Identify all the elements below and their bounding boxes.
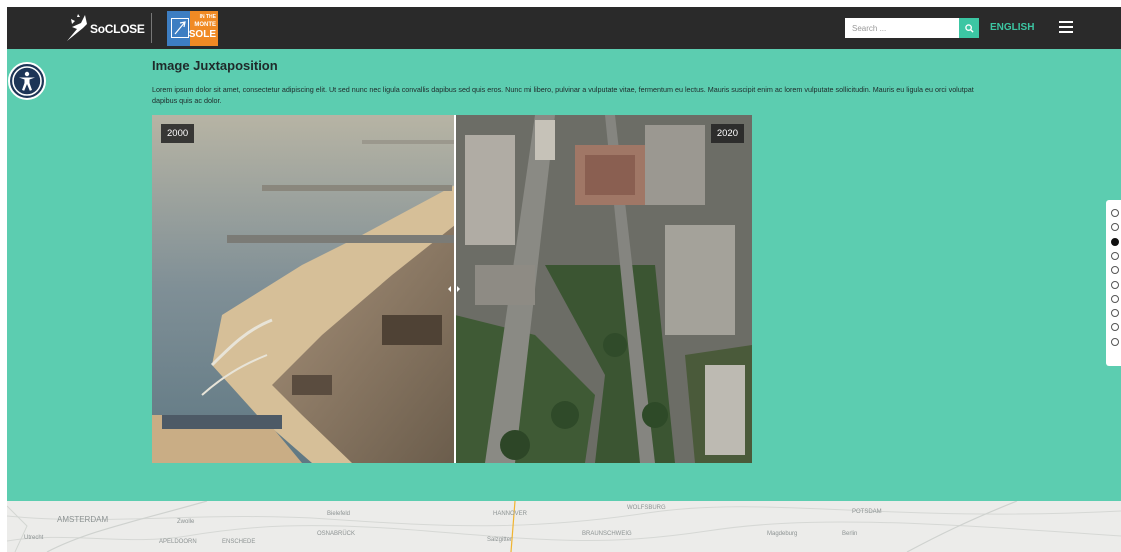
- chevron-left-right-icon: [448, 286, 460, 292]
- nav-dot[interactable]: [1111, 251, 1119, 260]
- nav-dot[interactable]: [1111, 223, 1119, 232]
- page-description: Lorem ipsum dolor sit amet, consectetur …: [152, 85, 974, 105]
- image-juxtaposition[interactable]: 2000 2020: [152, 115, 752, 463]
- nav-dot[interactable]: [1111, 280, 1119, 289]
- partner-logo-line: IN THE: [199, 14, 216, 20]
- map-place-label: POTSDAM: [852, 509, 882, 515]
- plane-icon: [171, 18, 189, 38]
- before-label: 2000: [161, 124, 195, 143]
- map-place-label: Bielefeld: [327, 511, 351, 517]
- logo-text: SoCLOSE: [90, 22, 145, 36]
- after-image: [455, 115, 752, 463]
- map-place-label: Salzgitter: [487, 537, 513, 543]
- after-label: 2020: [710, 124, 744, 143]
- map-place-label: OSNABRÜCK: [317, 531, 356, 537]
- nav-dot[interactable]: [1111, 337, 1119, 346]
- language-selector[interactable]: ENGLISH: [990, 22, 1034, 33]
- nav-dot[interactable]: [1111, 209, 1119, 217]
- menu-button[interactable]: [1059, 21, 1073, 33]
- main-section: Image Juxtaposition Lorem ipsum dolor si…: [7, 49, 1121, 501]
- nav-dot[interactable]: [1111, 323, 1119, 332]
- section-dot-navigation: [1106, 200, 1121, 366]
- accessibility-icon: [12, 66, 42, 96]
- map-place-label: Zwolle: [177, 519, 195, 525]
- search-button[interactable]: [959, 18, 979, 38]
- map-place-label: AMSTERDAM: [57, 515, 109, 524]
- search-input[interactable]: [845, 18, 959, 38]
- partner-logo-line: SOLE: [188, 29, 216, 40]
- nav-dot[interactable]: [1111, 266, 1119, 275]
- search-icon: [964, 23, 974, 33]
- map-place-label: BRAUNSCHWEIG: [582, 531, 632, 537]
- nav-dot[interactable]: [1111, 237, 1119, 246]
- slider-handle[interactable]: [444, 278, 464, 300]
- map-place-label: Berlin: [842, 531, 858, 537]
- map-place-label: Magdeburg: [767, 531, 798, 537]
- hamburger-menu-icon: [1059, 31, 1073, 33]
- map-place-label: Utrecht: [24, 535, 44, 541]
- nav-dot[interactable]: [1111, 294, 1119, 303]
- soclose-logo[interactable]: SoCLOSE: [63, 11, 145, 45]
- map-place-label: WOLFSBURG: [627, 505, 666, 511]
- map-place-label: APELDOORN: [159, 539, 197, 545]
- before-image: [152, 115, 455, 463]
- hamburger-menu-icon: [1059, 26, 1073, 28]
- header-divider: [151, 13, 152, 43]
- hamburger-menu-icon: [1059, 21, 1073, 23]
- partner-logo-badge: IN THE MONTE SOLE: [188, 11, 218, 46]
- site-header: SoCLOSE IN THE MONTE SOLE ENGLISH: [7, 7, 1121, 49]
- page-title: Image Juxtaposition: [152, 58, 278, 73]
- map-place-label: ENSCHEDE: [222, 539, 256, 545]
- partner-logo-line: MONTE: [194, 22, 216, 28]
- map-preview[interactable]: AMSTERDAM APELDOORN ENSCHEDE OSNABRÜCK HANNO…: [7, 501, 1121, 552]
- page: SoCLOSE IN THE MONTE SOLE ENGLISH: [7, 7, 1121, 552]
- map-place-label: HANNOVER: [493, 511, 528, 517]
- accessibility-button[interactable]: [8, 62, 46, 100]
- nav-dot[interactable]: [1111, 309, 1119, 318]
- partner-logo[interactable]: IN THE MONTE SOLE: [167, 11, 218, 46]
